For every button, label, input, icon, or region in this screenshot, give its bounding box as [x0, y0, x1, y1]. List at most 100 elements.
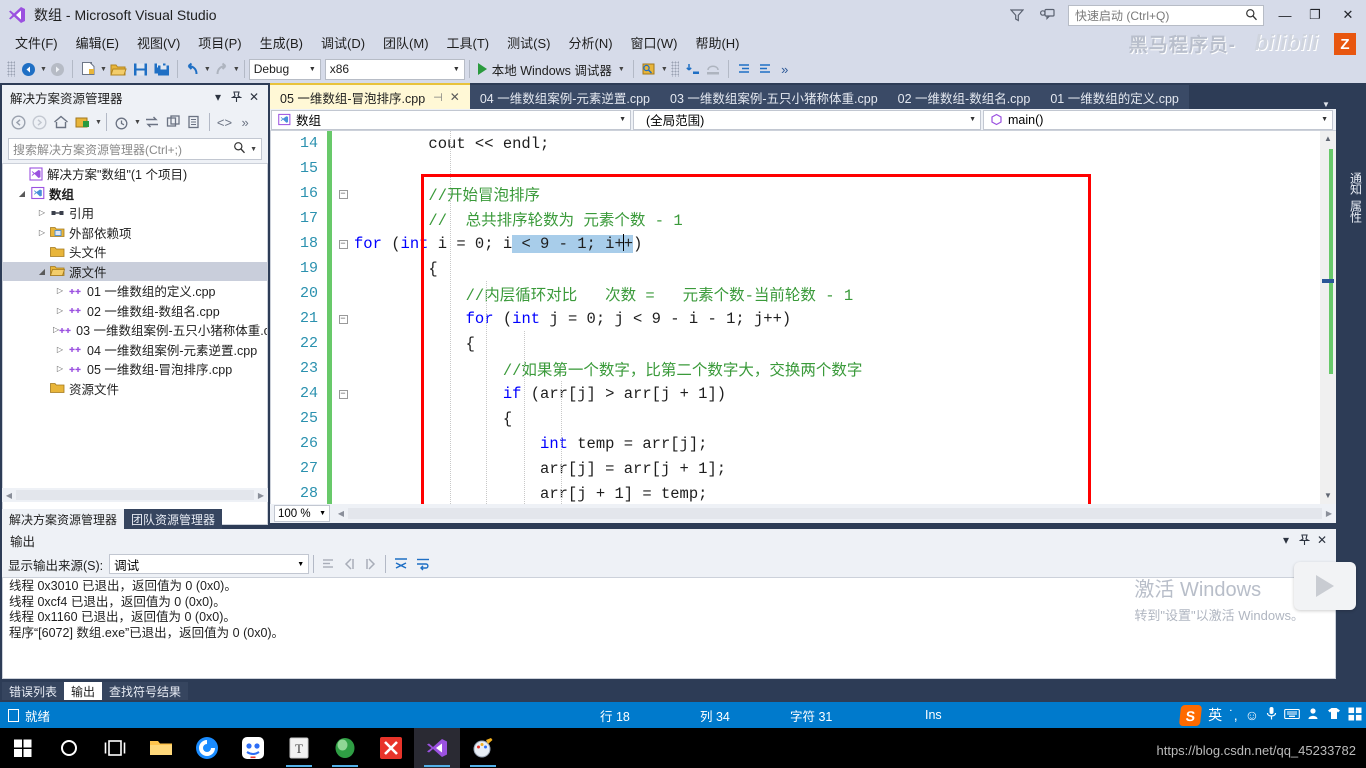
- tree-item-cpp-03[interactable]: ▷ ✚✚ 03 一维数组案例-五只小猪称体重.cpp: [3, 320, 267, 340]
- undo-icon[interactable]: [182, 58, 203, 80]
- code-line-row[interactable]: 19 {: [271, 256, 1336, 281]
- menu-project[interactable]: 项目(P): [189, 30, 250, 55]
- solution-explorer-hscrollbar[interactable]: ◀ ▶: [2, 488, 268, 502]
- ime-skin-icon[interactable]: [1327, 707, 1341, 723]
- tree-item-references[interactable]: ▷ 引用: [3, 203, 267, 223]
- solution-tree[interactable]: 解决方案"数组"(1 个项目) ◢ 数组 ▷ 引用 ▷ 外部依赖项 头文件 ◢ …: [2, 163, 268, 525]
- navicat-icon[interactable]: [322, 728, 368, 768]
- navigate-back-icon[interactable]: [18, 58, 39, 80]
- se-home-icon[interactable]: [50, 111, 72, 133]
- close-panel-icon[interactable]: ✕: [245, 88, 263, 106]
- se-history-icon[interactable]: [111, 111, 133, 133]
- tree-item-header-files[interactable]: 头文件: [3, 242, 267, 262]
- toolbar-overflow-icon[interactable]: »: [775, 58, 795, 80]
- se-overflow-icon[interactable]: »: [235, 111, 255, 133]
- output-source-combo[interactable]: 调试 ▼: [109, 554, 310, 574]
- baidu-netdisk-icon[interactable]: [230, 728, 276, 768]
- zoom-level-combo[interactable]: 100 % ▼: [274, 505, 330, 522]
- cortana-search-icon[interactable]: [46, 728, 92, 768]
- save-icon[interactable]: [130, 58, 151, 80]
- ime-user-icon[interactable]: [1307, 707, 1320, 723]
- code-line-row[interactable]: 27 arr[j] = arr[j + 1];: [271, 456, 1336, 481]
- menu-test[interactable]: 测试(S): [498, 30, 559, 55]
- editor-vscrollbar[interactable]: ▲ ▼: [1320, 131, 1336, 504]
- file-explorer-icon[interactable]: [138, 728, 184, 768]
- open-file-icon[interactable]: [107, 58, 130, 80]
- solution-platform-combo[interactable]: x86 ▼: [324, 58, 465, 80]
- new-project-icon[interactable]: [77, 58, 99, 80]
- toggle-word-wrap-icon[interactable]: [412, 553, 434, 575]
- se-pending-changes-icon[interactable]: [72, 111, 94, 133]
- ime-voice-icon[interactable]: [1266, 706, 1277, 724]
- tree-item-external-dependencies[interactable]: ▷ 外部依赖项: [3, 223, 267, 243]
- se-history-caret-icon[interactable]: ▼: [134, 119, 141, 126]
- se-forward-icon[interactable]: [29, 111, 50, 133]
- tree-expander[interactable]: ▷: [53, 345, 67, 354]
- dock-tab-error-list[interactable]: 错误列表: [2, 682, 65, 700]
- editor-tab-01[interactable]: 01 一维数组的定义.cpp: [1040, 85, 1189, 109]
- menu-view[interactable]: 视图(V): [128, 30, 189, 55]
- scroll-left-icon[interactable]: ◀: [334, 509, 348, 518]
- start-button-icon[interactable]: [0, 728, 46, 768]
- code-line-row-active[interactable]: 18 − for (int i = 0; i < 9 - 1; i++): [271, 231, 1336, 256]
- menu-window[interactable]: 窗口(W): [622, 30, 687, 55]
- sogou-ime-icon[interactable]: S: [1179, 704, 1203, 726]
- se-properties-icon[interactable]: [184, 111, 205, 133]
- fold-marker[interactable]: −: [332, 189, 354, 199]
- se-pending-caret-icon[interactable]: ▼: [95, 119, 102, 126]
- start-debugging-caret-icon[interactable]: ▼: [618, 66, 625, 73]
- dock-tab-notifications[interactable]: 通知: [1348, 172, 1365, 194]
- scroll-down-icon[interactable]: ▼: [1320, 488, 1336, 504]
- scroll-up-icon[interactable]: ▲: [1320, 131, 1336, 147]
- menu-tools[interactable]: 工具(T): [438, 30, 499, 55]
- code-line-row[interactable]: 25 {: [271, 406, 1336, 431]
- editor-tab-04[interactable]: 04 一维数组案例-元素逆置.cpp: [469, 85, 660, 109]
- visual-studio-taskbar-icon[interactable]: [414, 728, 460, 768]
- attach-caret-icon[interactable]: ▼: [661, 66, 668, 73]
- tree-item-resource-files[interactable]: 资源文件: [3, 379, 267, 399]
- scroll-track[interactable]: [348, 508, 1322, 519]
- restore-button[interactable]: ❐: [1300, 0, 1330, 30]
- toolbar-grip-2[interactable]: [670, 61, 679, 77]
- dock-tab-properties[interactable]: 属性: [1348, 200, 1365, 222]
- code-line-row[interactable]: 16 − //开始冒泡排序: [271, 181, 1336, 206]
- feedback-funnel-icon[interactable]: [1002, 0, 1032, 30]
- close-panel-icon[interactable]: ✕: [1313, 531, 1331, 549]
- clear-output-icon[interactable]: [390, 553, 412, 575]
- typora-icon[interactable]: T: [276, 728, 322, 768]
- tree-expander[interactable]: ▷: [53, 306, 67, 315]
- minimize-button[interactable]: —: [1270, 0, 1300, 30]
- comment-selection-icon[interactable]: [733, 58, 754, 80]
- tree-item-cpp-01[interactable]: ▷ ✚✚ 01 一维数组的定义.cpp: [3, 281, 267, 301]
- dock-tab-team-explorer[interactable]: 团队资源管理器: [124, 509, 223, 529]
- code-line-row[interactable]: 24 − if (arr[j] > arr[j + 1]): [271, 381, 1336, 406]
- se-view-code-icon[interactable]: <>: [214, 111, 235, 133]
- se-collapse-all-icon[interactable]: [163, 111, 184, 133]
- editor-tab-02[interactable]: 02 一维数组-数组名.cpp: [887, 85, 1041, 109]
- send-feedback-icon[interactable]: [1032, 0, 1062, 30]
- tree-item-cpp-04[interactable]: ▷ ✚✚ 04 一维数组案例-元素逆置.cpp: [3, 340, 267, 360]
- code-line-row[interactable]: 21 − for (int j = 0; j < 9 - i - 1; j++): [271, 306, 1336, 331]
- code-line-row[interactable]: 26 int temp = arr[j];: [271, 431, 1336, 456]
- new-project-caret-icon[interactable]: ▼: [100, 66, 107, 73]
- tree-expander[interactable]: ◢: [35, 267, 49, 276]
- quick-launch-input[interactable]: 快速启动 (Ctrl+Q): [1068, 4, 1264, 26]
- save-all-icon[interactable]: [151, 58, 173, 80]
- code-line-row[interactable]: 23 //如果第一个数字，比第二个数字大，交换两个数字: [271, 356, 1336, 381]
- nav-scope-combo[interactable]: (全局范围) ▼: [633, 109, 981, 130]
- tree-expander[interactable]: ◢: [15, 189, 29, 198]
- editor-tab-05[interactable]: 05 一维数组-冒泡排序.cpp ⊣ ✕: [270, 83, 470, 109]
- menu-edit[interactable]: 编辑(E): [67, 30, 128, 55]
- fold-marker[interactable]: −: [332, 239, 354, 249]
- toolbar-grip[interactable]: [7, 61, 15, 77]
- ime-keyboard-icon[interactable]: [1284, 707, 1300, 723]
- se-sync-icon[interactable]: [141, 111, 163, 133]
- code-line-row[interactable]: 15: [271, 156, 1336, 181]
- tab-list-chevron-icon[interactable]: ▼: [1318, 100, 1334, 109]
- solution-config-combo[interactable]: Debug ▼: [248, 58, 321, 80]
- tree-item-cpp-02[interactable]: ▷ ✚✚ 02 一维数组-数组名.cpp: [3, 301, 267, 321]
- nav-project-combo[interactable]: 数组 ▼: [271, 109, 631, 130]
- tree-expander[interactable]: ▷: [35, 228, 49, 237]
- se-back-icon[interactable]: [8, 111, 29, 133]
- menu-help[interactable]: 帮助(H): [686, 30, 748, 55]
